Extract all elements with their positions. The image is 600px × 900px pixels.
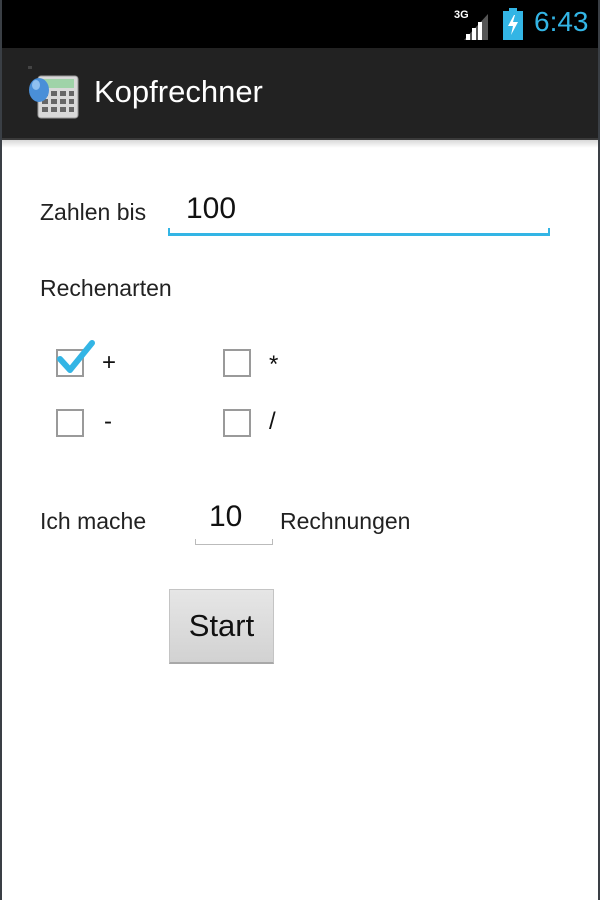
- range-label: Zahlen bis: [40, 199, 147, 225]
- action-bar: Kopfrechner: [2, 48, 598, 140]
- checkmark-icon: [57, 340, 95, 373]
- checkbox-subtraction-label: -: [104, 408, 112, 435]
- action-bar-shadow: [2, 140, 598, 148]
- clock: 6:43: [534, 6, 589, 37]
- checkbox-addition[interactable]: [56, 340, 95, 377]
- checkbox-subtraction[interactable]: [56, 409, 84, 437]
- operations-label: Rechenarten: [40, 275, 172, 301]
- range-input[interactable]: 100: [186, 192, 236, 226]
- checkbox-division-label: /: [269, 408, 276, 435]
- count-suffix-label: Rechnungen: [280, 508, 411, 534]
- checkbox-addition-label: +: [102, 349, 117, 376]
- checkbox-multiplication[interactable]: [223, 349, 251, 377]
- signal-bars-icon: [464, 14, 488, 40]
- count-input[interactable]: 10: [209, 500, 242, 534]
- checkbox-division[interactable]: [223, 409, 251, 437]
- range-input-underline: [168, 228, 550, 236]
- status-bar: 3G 6:43: [2, 0, 598, 48]
- count-input-underline: [195, 539, 273, 545]
- count-prefix-label: Ich mache: [40, 508, 147, 534]
- app-screen: 3G 6:43 Kopfrechner Zahlen bis 100 Reche…: [2, 0, 598, 900]
- start-button[interactable]: Start: [169, 589, 274, 664]
- battery-charging-icon: [503, 8, 523, 40]
- app-title: Kopfrechner: [94, 74, 263, 109]
- calculator-icon[interactable]: [24, 62, 82, 120]
- checkbox-multiplication-label: *: [269, 351, 279, 378]
